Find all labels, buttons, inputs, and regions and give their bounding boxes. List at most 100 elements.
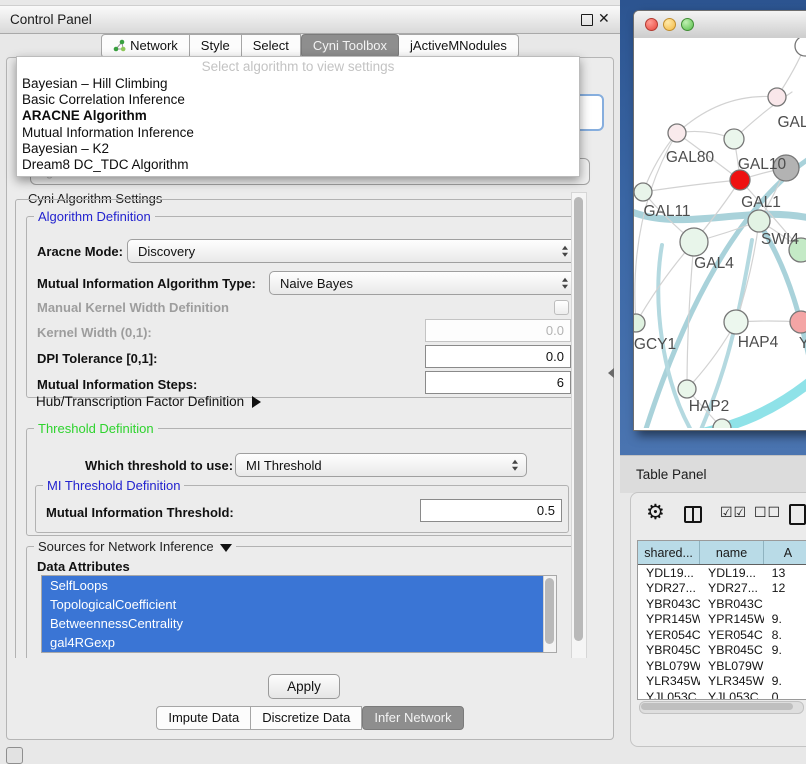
network-node-gal11[interactable]: [634, 183, 652, 201]
table-cell: YBR043C: [700, 596, 764, 612]
node-label-gal4: GAL4: [694, 255, 734, 273]
table-cell: YJL053C: [638, 689, 700, 700]
table-panel-titlebar: Table Panel: [620, 455, 806, 493]
attribute-item-gal4rgexp[interactable]: gal4RGexp: [42, 633, 556, 652]
gear-icon[interactable]: ⚙: [646, 500, 665, 525]
table-cell: 13: [764, 565, 806, 581]
manual-kernel-checkbox[interactable]: [554, 300, 569, 315]
algorithm-option-aracne-algorithm[interactable]: ARACNE Algorithm: [17, 108, 579, 124]
mi-type-select[interactable]: Naive Bayes: [269, 271, 577, 295]
function-builder-icon[interactable]: [789, 504, 806, 525]
table-cell: 9.: [764, 674, 806, 690]
dpi-tolerance-field[interactable]: 0.0: [425, 345, 571, 368]
settings-scrollbar-thumb[interactable]: [574, 197, 583, 641]
manual-kernel-label: Manual Kernel Width Definition: [37, 300, 229, 315]
attributes-scrollbar[interactable]: [543, 576, 556, 652]
table-row[interactable]: YDL19...YDL19...13: [638, 565, 806, 581]
network-node-gcy1[interactable]: [634, 314, 645, 332]
table-cell: YBL079W: [638, 658, 700, 674]
kernel-width-field[interactable]: 0.0: [425, 319, 571, 342]
sources-legend[interactable]: Sources for Network Inference: [34, 539, 236, 554]
network-edge[interactable]: [636, 242, 694, 323]
aracne-mode-select[interactable]: Discovery: [127, 239, 577, 263]
attributes-scrollbar-thumb[interactable]: [545, 578, 554, 644]
network-edge[interactable]: [645, 158, 806, 428]
aracne-mode-value: Discovery: [138, 244, 195, 259]
table-row[interactable]: YPR145WYPR145W9.: [638, 612, 806, 628]
tab-infer-network[interactable]: Infer Network: [362, 706, 463, 730]
network-node-gal10[interactable]: [724, 129, 744, 149]
network-node-swi4[interactable]: [748, 210, 770, 232]
splitter-collapse-icon[interactable]: [608, 368, 614, 378]
table-cell: [764, 658, 806, 674]
tab-network[interactable]: Network: [101, 34, 190, 58]
algorithm-option-dream8-dc-tdc-algorithm[interactable]: Dream8 DC_TDC Algorithm: [17, 157, 579, 173]
columns-icon[interactable]: [684, 506, 702, 523]
mi-threshold-field[interactable]: 0.5: [420, 499, 562, 522]
tab-label: Select: [253, 38, 289, 53]
table-cell: YBL079W: [700, 658, 764, 674]
minimize-traffic-light-icon[interactable]: [663, 18, 676, 31]
algorithm-option-basic-correlation-inference[interactable]: Basic Correlation Inference: [17, 92, 579, 108]
column-header-a[interactable]: A: [764, 541, 806, 564]
tab-discretize-data[interactable]: Discretize Data: [251, 706, 362, 730]
settings-scrollbar[interactable]: [571, 192, 587, 658]
aracne-mode-label: Aracne Mode:: [37, 244, 123, 259]
network-edge[interactable]: [643, 180, 740, 192]
table-row[interactable]: YER054CYER054C8.: [638, 627, 806, 643]
table-row[interactable]: YDR27...YDR27...12: [638, 581, 806, 597]
deselect-all-checkboxes-icon[interactable]: ☐☐: [754, 504, 781, 521]
data-attributes-list[interactable]: SelfLoopsTopologicalCoefficientBetweenne…: [41, 575, 557, 653]
table-row[interactable]: YLR345WYLR345W9.: [638, 674, 806, 690]
control-panel-title: Control Panel: [10, 12, 92, 27]
table-row[interactable]: YBR045CYBR045C9.: [638, 643, 806, 659]
float-window-icon[interactable]: [581, 14, 593, 26]
column-header-name[interactable]: name: [700, 541, 764, 564]
hub-definition-toggle[interactable]: Hub/Transcription Factor Definition: [36, 394, 261, 409]
network-node[interactable]: [795, 38, 806, 56]
algorithm-option-bayesian-hill-climbing[interactable]: Bayesian – Hill Climbing: [17, 76, 579, 92]
tab-cyni-toolbox[interactable]: Cyni Toolbox: [301, 34, 399, 58]
network-node-hap4[interactable]: [724, 310, 748, 334]
table-cell: YBR045C: [638, 643, 700, 659]
mi-steps-field[interactable]: 6: [425, 371, 571, 394]
network-node-hap2[interactable]: [678, 380, 696, 398]
table-hscrollbar-thumb[interactable]: [641, 703, 793, 710]
attribute-item-betweennesscentrality[interactable]: BetweennessCentrality: [42, 614, 556, 633]
close-icon[interactable]: ✕: [598, 10, 610, 27]
dock-corner-icon[interactable]: [6, 747, 23, 764]
bottom-tabbar: Impute DataDiscretize DataInfer Network: [0, 706, 620, 730]
network-window-titlebar[interactable]: [634, 11, 806, 39]
network-node-gal4[interactable]: [680, 228, 708, 256]
expand-right-icon: [252, 396, 261, 408]
column-header-shared[interactable]: shared...: [638, 541, 700, 564]
zoom-traffic-light-icon[interactable]: [681, 18, 694, 31]
table-row[interactable]: YJL053CYJL053C0.: [638, 689, 806, 700]
tab-style[interactable]: Style: [190, 34, 242, 58]
network-node[interactable]: [713, 419, 731, 428]
attribute-item-topologicalcoefficient[interactable]: TopologicalCoefficient: [42, 595, 556, 614]
network-node-y[interactable]: [790, 311, 806, 333]
tab-jactivemnodules[interactable]: jActiveMNodules: [399, 34, 519, 58]
node-label-gal: GAL: [777, 114, 806, 132]
mi-threshold-label: Mutual Information Threshold:: [46, 505, 234, 520]
network-node-gal80[interactable]: [668, 124, 686, 142]
algorithm-option-bayesian-k2[interactable]: Bayesian – K2: [17, 141, 579, 157]
network-canvas[interactable]: GALGAL80GAL10GAL1GAL11SWI4GAL4GCY1HAP4YH…: [634, 38, 806, 428]
algorithm-option-mutual-information-inference[interactable]: Mutual Information Inference: [17, 125, 579, 141]
table-hscrollbar[interactable]: [639, 701, 804, 714]
attribute-item-selfloops[interactable]: SelfLoops: [42, 576, 556, 595]
which-threshold-select[interactable]: MI Threshold: [235, 453, 527, 477]
table-row[interactable]: YBR043CYBR043C: [638, 596, 806, 612]
select-all-checkboxes-icon[interactable]: ☑☑: [720, 504, 747, 521]
apply-button[interactable]: Apply: [268, 674, 340, 699]
network-node-gal[interactable]: [768, 88, 786, 106]
tab-select[interactable]: Select: [242, 34, 301, 58]
close-traffic-light-icon[interactable]: [645, 18, 658, 31]
combo-arrows-icon: [562, 246, 568, 257]
table-row[interactable]: YBL079WYBL079W: [638, 658, 806, 674]
which-threshold-label: Which threshold to use:: [85, 458, 233, 473]
algorithm-popup-placeholder: Select algorithm to view settings: [17, 57, 579, 76]
tab-impute-data[interactable]: Impute Data: [156, 706, 251, 730]
table-cell: YDL19...: [638, 565, 700, 581]
